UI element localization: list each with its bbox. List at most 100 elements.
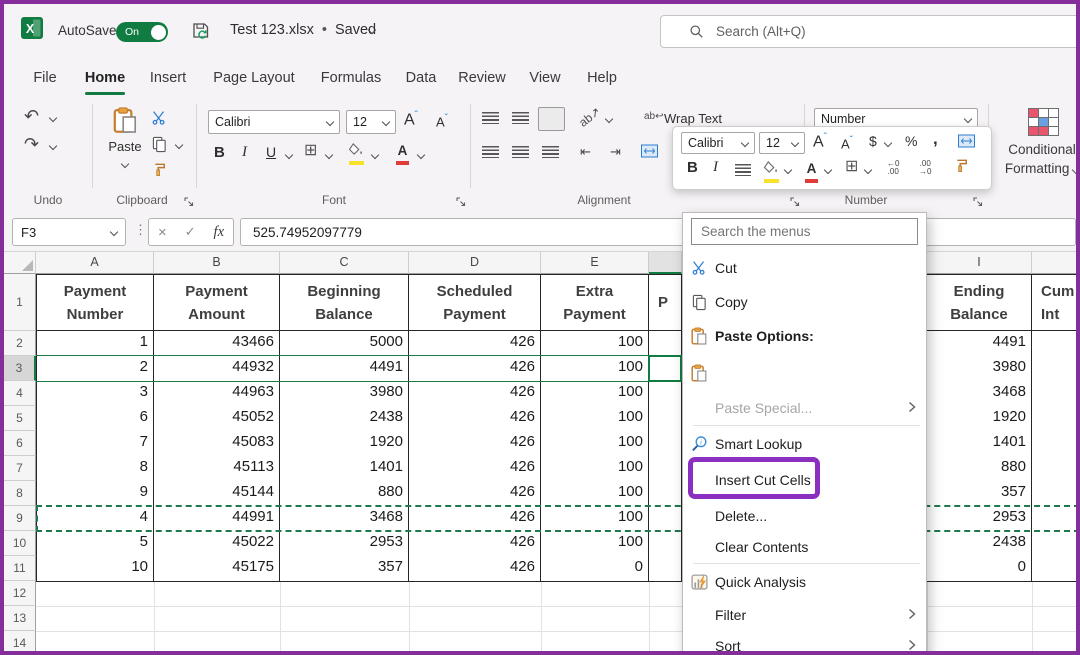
row-header-10[interactable]: 10 xyxy=(4,531,36,556)
cell-C8[interactable]: 880 xyxy=(280,481,409,507)
italic-button[interactable]: I xyxy=(242,144,247,161)
menu-item-paste-keep-source[interactable] xyxy=(683,355,926,391)
header-cell-J1[interactable]: CumInt xyxy=(1032,274,1080,331)
cell-B7[interactable]: 45113 xyxy=(154,456,280,482)
font-color-icon[interactable]: A xyxy=(396,142,409,165)
cell-E7[interactable]: 100 xyxy=(541,456,649,482)
orientation-icon[interactable]: ab↗ xyxy=(576,104,603,129)
chevron-down-icon[interactable] xyxy=(325,151,333,159)
percent-format-icon[interactable]: % xyxy=(905,133,917,149)
cell-B10[interactable]: 45022 xyxy=(154,531,280,557)
alignment-dialog-launcher-icon[interactable] xyxy=(790,194,800,212)
chevron-down-icon[interactable] xyxy=(49,142,57,150)
underline-button[interactable]: U xyxy=(266,144,276,160)
tab-formulas[interactable]: Formulas xyxy=(320,60,382,96)
merge-center-icon[interactable] xyxy=(957,134,976,153)
wrap-text-icon[interactable]: ab↩ xyxy=(644,111,664,122)
cell-I4[interactable]: 3468 xyxy=(927,381,1032,407)
cell-D11[interactable]: 426 xyxy=(409,556,541,582)
menu-item-cut[interactable]: Cut xyxy=(683,251,926,285)
menu-item-paste-special[interactable]: Paste Special... xyxy=(683,391,926,424)
wrap-text-label[interactable]: Wrap Text xyxy=(664,111,722,126)
menu-item-paste-options[interactable]: Paste Options: xyxy=(683,319,926,353)
cell-A5[interactable]: 6 xyxy=(36,406,154,432)
fill-color-icon[interactable] xyxy=(348,142,364,165)
row-header-8[interactable]: 8 xyxy=(4,481,36,506)
cell-D5[interactable]: 426 xyxy=(409,406,541,432)
borders-icon[interactable]: ⊞ xyxy=(845,156,858,176)
chevron-down-icon[interactable] xyxy=(884,139,892,147)
cell-E11[interactable]: 0 xyxy=(541,556,649,582)
cell-F3[interactable] xyxy=(649,356,682,382)
chevron-down-icon[interactable] xyxy=(824,166,832,174)
menu-item-filter[interactable]: Filter xyxy=(683,598,926,631)
cell-F5[interactable] xyxy=(649,406,682,432)
cell-A7[interactable]: 8 xyxy=(36,456,154,482)
cell-I10[interactable]: 2438 xyxy=(927,531,1032,557)
conditional-formatting-icon[interactable] xyxy=(1028,108,1059,136)
borders-icon[interactable]: ⊞ xyxy=(304,140,317,160)
tab-page-layout[interactable]: Page Layout xyxy=(208,60,300,96)
chevron-down-icon[interactable] xyxy=(175,141,183,149)
header-cell-B1[interactable]: PaymentAmount xyxy=(154,274,280,331)
cell-I9[interactable]: 2953 xyxy=(927,506,1032,532)
column-header-I[interactable]: I xyxy=(927,252,1032,274)
increase-decimal-icon[interactable]: ←0.00 xyxy=(887,160,899,176)
align-center-icon[interactable] xyxy=(512,146,529,158)
cell-C7[interactable]: 1401 xyxy=(280,456,409,482)
column-header-E[interactable]: E xyxy=(541,252,649,274)
cell-I3[interactable]: 3980 xyxy=(927,356,1032,382)
header-cell-C1[interactable]: BeginningBalance xyxy=(280,274,409,331)
cell-I2[interactable]: 4491 xyxy=(927,331,1032,357)
font-color-icon[interactable]: A xyxy=(805,160,818,183)
column-header-B[interactable]: B xyxy=(154,252,280,274)
cell-I11[interactable]: 0 xyxy=(927,556,1032,582)
currency-format-icon[interactable]: $ xyxy=(869,133,877,149)
format-painter-icon[interactable] xyxy=(955,158,970,178)
enter-icon[interactable]: ✓ xyxy=(185,224,196,240)
cancel-icon[interactable]: × xyxy=(158,224,167,241)
cell-J11[interactable] xyxy=(1032,556,1080,582)
decrease-indent-icon[interactable]: ⇤ xyxy=(580,144,591,160)
cell-E4[interactable]: 100 xyxy=(541,381,649,407)
cell-J9[interactable] xyxy=(1032,506,1080,532)
search-bar[interactable]: Search (Alt+Q) xyxy=(660,15,1080,48)
cell-J8[interactable] xyxy=(1032,481,1080,507)
italic-button[interactable]: I xyxy=(713,159,718,176)
cell-A6[interactable]: 7 xyxy=(36,431,154,457)
cell-C2[interactable]: 5000 xyxy=(280,331,409,357)
format-painter-button[interactable] xyxy=(153,162,168,182)
decrease-font-size-icon[interactable]: Aˇ xyxy=(436,113,448,129)
row-header-13[interactable]: 13 xyxy=(4,606,36,631)
cell-C11[interactable]: 357 xyxy=(280,556,409,582)
header-cell-A1[interactable]: PaymentNumber xyxy=(36,274,154,331)
cell-F4[interactable] xyxy=(649,381,682,407)
menu-item-sort[interactable]: Sort xyxy=(683,631,926,655)
row-header-2[interactable]: 2 xyxy=(4,331,36,356)
cell-J4[interactable] xyxy=(1032,381,1080,407)
cell-D4[interactable]: 426 xyxy=(409,381,541,407)
cell-A4[interactable]: 3 xyxy=(36,381,154,407)
cell-F8[interactable] xyxy=(649,481,682,507)
cell-C10[interactable]: 2953 xyxy=(280,531,409,557)
cell-J3[interactable] xyxy=(1032,356,1080,382)
cell-A3[interactable]: 2 xyxy=(36,356,154,382)
undo-icon[interactable]: ↶ xyxy=(24,106,39,127)
row-header-3[interactable]: 3 xyxy=(4,356,36,381)
cell-D10[interactable]: 426 xyxy=(409,531,541,557)
row-header-12[interactable]: 12 xyxy=(4,581,36,606)
chevron-down-icon[interactable] xyxy=(605,115,613,123)
font-name-combo[interactable]: Calibri xyxy=(208,110,340,134)
cell-J6[interactable] xyxy=(1032,431,1080,457)
cell-I7[interactable]: 880 xyxy=(927,456,1032,482)
font-size-combo[interactable]: 12 xyxy=(346,110,396,134)
cell-E3[interactable]: 100 xyxy=(541,356,649,382)
cell-I8[interactable]: 357 xyxy=(927,481,1032,507)
cell-B6[interactable]: 45083 xyxy=(154,431,280,457)
align-middle-icon[interactable] xyxy=(512,112,529,124)
tab-data[interactable]: Data xyxy=(400,60,442,96)
cell-E9[interactable]: 100 xyxy=(541,506,649,532)
bold-button[interactable]: B xyxy=(214,144,225,161)
cell-F10[interactable] xyxy=(649,531,682,557)
cell-D9[interactable]: 426 xyxy=(409,506,541,532)
